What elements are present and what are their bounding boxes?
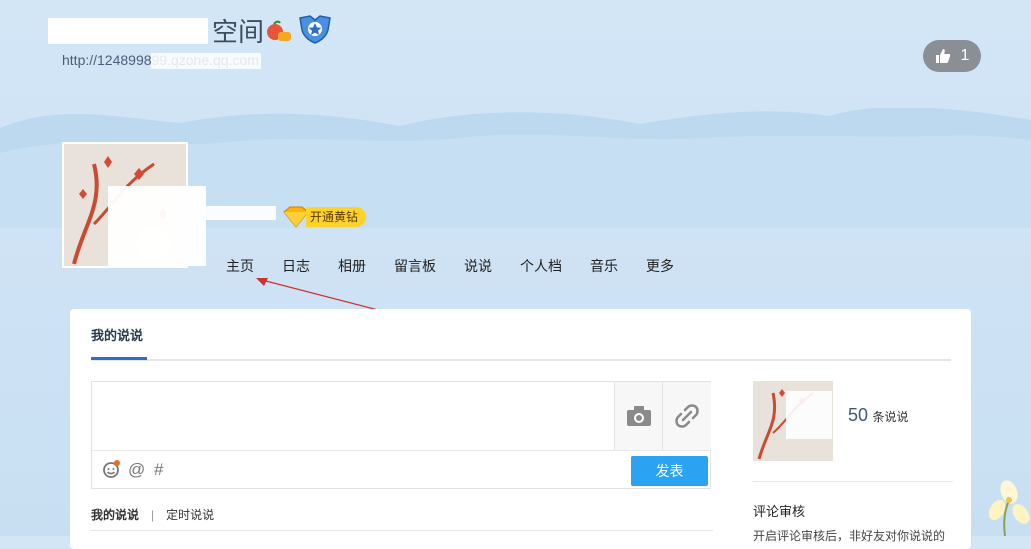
subtab-separator: | [151,508,155,522]
sidebar-divider [753,481,953,482]
nav-item-blog[interactable]: 日志 [268,256,324,276]
flower-decoration [988,480,1030,536]
composer-toolbar: @ # 发表 [92,450,710,489]
panel-tabbar: 我的说说 [91,309,951,361]
post-button[interactable]: 发表 [631,456,708,486]
thumbs-up-icon [935,49,950,63]
username-redacted [108,186,206,266]
shuoshuo-count-unit: 条说说 [872,410,909,424]
title-redacted [48,17,208,44]
post-text-input[interactable] [92,382,614,450]
url-redacted [150,53,261,70]
nav-item-more[interactable]: 更多 [632,256,688,276]
camera-icon [627,406,651,426]
tab-active-underline [91,357,147,360]
nav-item-music[interactable]: 音乐 [576,256,632,276]
tab-my-shuoshuo[interactable]: 我的说说 [91,325,143,344]
emoji-icon[interactable] [102,460,120,478]
open-vip-label: 开通黄钻 [306,207,367,227]
nav-item-shuoshuo[interactable]: 说说 [450,256,506,276]
level-fruit-icon[interactable] [264,20,292,42]
shield-star-icon[interactable] [298,14,332,44]
title-text: 空间 [212,17,265,47]
like-count: 1 [960,47,970,64]
open-vip-button[interactable]: 开通黄钻 [280,206,367,228]
space-url[interactable]: http://124899899.qzone.qq.com [62,52,261,70]
nav-item-home[interactable]: 主页 [212,256,268,276]
nav-item-profile[interactable]: 个人档 [506,256,576,276]
shuoshuo-subtabs: 我的说说 | 定时说说 [91,506,214,523]
attach-link-button[interactable] [662,382,711,450]
subtab-scheduled[interactable]: 定时说说 [166,508,214,522]
hash-icon[interactable]: # [154,460,163,480]
like-button[interactable]: 1 [923,40,981,72]
upload-photo-button[interactable] [614,382,663,450]
at-icon[interactable]: @ [128,460,145,480]
post-composer: @ # 发表 [91,381,711,489]
shuoshuo-count[interactable]: 50 条说说 [848,405,909,426]
username-redacted-2 [206,206,276,220]
shuoshuo-count-number: 50 [848,405,869,425]
main-nav: 主页 日志 相册 留言板 说说 个人档 音乐 更多 [212,256,688,276]
nav-item-guestbook[interactable]: 留言板 [380,256,450,276]
space-title: 空间 [48,12,264,49]
subtab-my-shuoshuo[interactable]: 我的说说 [91,508,139,522]
shuoshuo-panel: 我的说说 @ # 发表 我的说说 | 定时说说 50 条说说 评论审核 开启评论… [70,309,971,549]
link-icon [675,404,699,428]
subtab-divider [91,530,713,531]
sidebar-name-redacted [786,391,832,439]
nav-item-album[interactable]: 相册 [324,256,380,276]
review-title: 评论审核 [753,504,806,519]
